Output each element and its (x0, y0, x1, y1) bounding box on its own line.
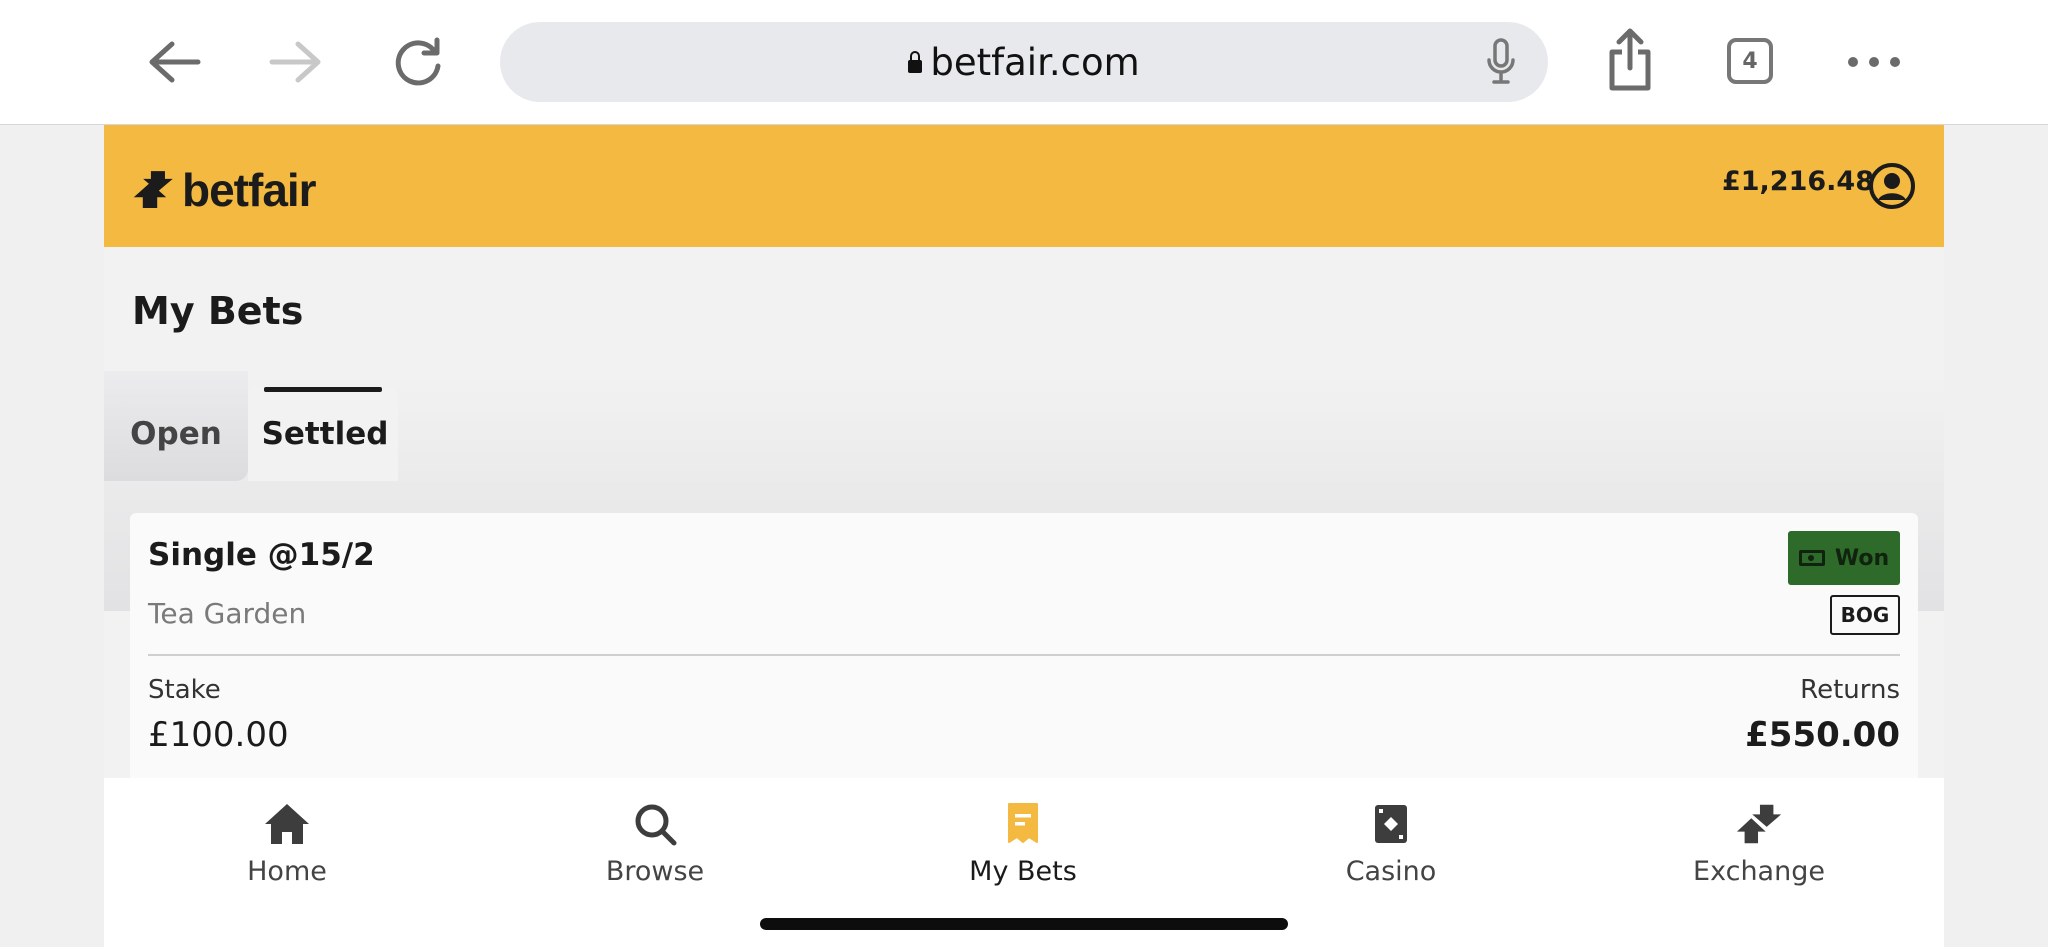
status-badge: Won (1788, 531, 1900, 585)
nav-my-bets[interactable]: My Bets (923, 800, 1123, 887)
betfair-app: betfair £1,216.48 My Bets Open Settled S… (104, 125, 1944, 947)
forward-arrow-icon[interactable] (264, 30, 328, 94)
home-indicator (760, 918, 1288, 930)
cash-icon (1798, 550, 1825, 566)
exchange-arrows-icon (1735, 800, 1783, 848)
address-bar[interactable]: betfair.com (500, 22, 1548, 102)
divider (148, 654, 1900, 656)
tab-settled-label: Settled (261, 416, 389, 452)
nav-casino[interactable]: Casino (1291, 800, 1491, 887)
nav-browse-label: Browse (605, 856, 705, 887)
status-text: Won (1834, 545, 1890, 571)
bottom-nav: Home Browse My Bets Casino Exchange (104, 778, 1944, 947)
betfair-arrows-icon (133, 171, 173, 208)
playing-card-icon (1367, 800, 1415, 848)
account-balance[interactable]: £1,216.48 (1722, 166, 1874, 197)
nav-home[interactable]: Home (187, 800, 387, 887)
bet-card[interactable]: Single @15/2 Tea Garden Won BOG Stake £1… (130, 513, 1918, 793)
back-arrow-icon[interactable] (142, 30, 206, 94)
account-icon[interactable] (1868, 162, 1916, 210)
bet-selection: Tea Garden (148, 597, 307, 630)
search-icon (631, 800, 679, 848)
url-text: betfair.com (930, 40, 1140, 84)
returns-value: £550.00 (1745, 715, 1900, 755)
nav-home-label: Home (247, 856, 327, 887)
nav-exchange[interactable]: Exchange (1659, 800, 1859, 887)
tab-settled[interactable]: Settled (248, 387, 398, 481)
more-icon[interactable] (1842, 30, 1906, 94)
stake-label: Stake (148, 675, 221, 705)
tab-count: 4 (1742, 48, 1758, 74)
browser-toolbar: betfair.com 4 (0, 0, 2048, 125)
tabs-icon[interactable]: 4 (1727, 38, 1773, 84)
bet-type: Single @15/2 (148, 537, 375, 573)
active-tab-indicator (264, 387, 382, 392)
logo-text: betfair (182, 164, 317, 216)
tab-open-label: Open (130, 416, 222, 452)
stake-value: £100.00 (148, 715, 289, 755)
betfair-logo[interactable]: betfair (132, 163, 317, 217)
nav-my-bets-label: My Bets (969, 856, 1077, 887)
bet-slip-icon (999, 800, 1047, 848)
page-title: My Bets (132, 289, 304, 333)
brand-header: betfair £1,216.48 (104, 125, 1944, 247)
bog-badge: BOG (1830, 595, 1900, 635)
nav-exchange-label: Exchange (1693, 856, 1825, 887)
reload-icon[interactable] (386, 30, 450, 94)
microphone-icon[interactable] (1486, 38, 1516, 86)
nav-browse[interactable]: Browse (555, 800, 755, 887)
returns-label: Returns (1800, 675, 1900, 705)
nav-casino-label: Casino (1345, 856, 1437, 887)
lock-icon (908, 50, 923, 73)
home-icon (263, 800, 311, 848)
tab-open[interactable]: Open (104, 387, 248, 481)
share-icon[interactable] (1598, 28, 1662, 92)
